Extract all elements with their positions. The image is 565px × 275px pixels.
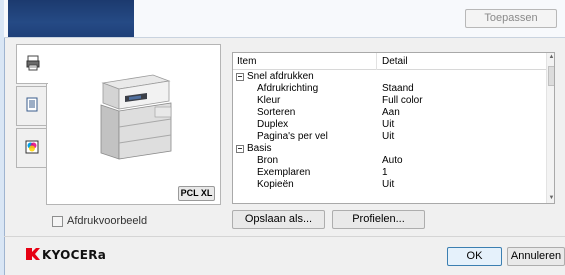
row-detail-value: 1 bbox=[382, 167, 388, 178]
table-row[interactable]: Sorteren Aan bbox=[233, 107, 546, 119]
table-row[interactable]: Bron Auto bbox=[233, 155, 546, 167]
document-icon bbox=[26, 97, 38, 115]
kyocera-wordmark: KYOCERa bbox=[42, 248, 107, 262]
scroll-up-arrow-icon[interactable]: ▲ bbox=[547, 53, 554, 62]
ok-button[interactable]: OK bbox=[447, 247, 502, 266]
row-detail-value: Auto bbox=[382, 155, 403, 166]
table-body: Snel afdrukken Afdrukrichting Staand Kleur F… bbox=[233, 71, 546, 191]
row-item-label: Snel afdrukken bbox=[247, 71, 314, 82]
cancel-button[interactable]: Annuleren bbox=[507, 247, 565, 266]
pdl-badge: PCL XL bbox=[178, 186, 215, 201]
printer-preview-panel: PCL XL bbox=[46, 44, 221, 205]
tab-quick-print[interactable] bbox=[16, 44, 48, 84]
column-divider[interactable] bbox=[376, 53, 377, 70]
row-item-label: Kleur bbox=[257, 95, 281, 106]
tab-document[interactable] bbox=[16, 86, 47, 126]
color-icon bbox=[25, 140, 39, 157]
row-detail-value: Staand bbox=[382, 83, 414, 94]
print-preview-checkbox[interactable] bbox=[52, 215, 63, 227]
column-header-detail[interactable]: Detail bbox=[382, 56, 408, 67]
table-header: Item Detail bbox=[233, 53, 546, 70]
table-row[interactable]: Pagina's per vel Uit bbox=[233, 131, 546, 143]
collapse-toggle-icon[interactable] bbox=[236, 145, 244, 153]
table-row[interactable]: Kleur Full color bbox=[233, 95, 546, 107]
table-group-row[interactable]: Basis bbox=[233, 143, 546, 155]
printer-settings-icon bbox=[26, 55, 40, 74]
row-detail-value: Aan bbox=[382, 107, 400, 118]
column-header-item[interactable]: Item bbox=[237, 56, 256, 67]
table-row[interactable]: Kopieën Uit bbox=[233, 179, 546, 191]
collapse-toggle-icon[interactable] bbox=[236, 73, 244, 81]
row-item-label: Duplex bbox=[257, 119, 289, 130]
table-row[interactable]: Duplex Uit bbox=[233, 119, 546, 131]
row-item-label: Kopieën bbox=[257, 179, 294, 190]
header-banner bbox=[8, 0, 134, 37]
printer-image bbox=[100, 74, 172, 160]
save-as-button[interactable]: Opslaan als... bbox=[232, 210, 325, 229]
row-item-label: Bron bbox=[257, 155, 279, 166]
apply-button[interactable]: Toepassen bbox=[465, 9, 557, 28]
tab-color[interactable] bbox=[16, 128, 47, 168]
profiles-button[interactable]: Profielen... bbox=[332, 210, 425, 229]
print-preview-label: Afdrukvoorbeeld bbox=[67, 215, 148, 227]
row-item-label: Pagina's per vel bbox=[257, 131, 328, 142]
table-group-row[interactable]: Snel afdrukken bbox=[233, 71, 546, 83]
row-detail-value: Uit bbox=[382, 179, 395, 190]
scroll-down-arrow-icon[interactable]: ▼ bbox=[547, 194, 554, 203]
kyocera-logo: KYOCERa bbox=[26, 247, 107, 263]
footer-divider bbox=[4, 236, 565, 237]
tab-strip bbox=[16, 44, 48, 174]
settings-table[interactable]: Item Detail Snel afdrukken Afdrukrichting… bbox=[232, 52, 555, 204]
row-item-label: Exemplaren bbox=[257, 167, 311, 178]
row-detail-value: Uit bbox=[382, 119, 395, 130]
print-preview-option[interactable]: Afdrukvoorbeeld bbox=[52, 214, 147, 228]
row-detail-value: Uit bbox=[382, 131, 395, 142]
vertical-scrollbar[interactable]: ▲ ▼ bbox=[546, 53, 554, 203]
scroll-thumb[interactable] bbox=[548, 66, 554, 86]
table-row[interactable]: Exemplaren 1 bbox=[233, 167, 546, 179]
row-detail-value: Full color bbox=[382, 95, 423, 106]
row-item-label: Sorteren bbox=[257, 107, 296, 118]
table-row[interactable]: Afdrukrichting Staand bbox=[233, 83, 546, 95]
kyocera-mark-icon bbox=[26, 247, 40, 263]
row-item-label: Basis bbox=[247, 143, 272, 154]
row-item-label: Afdrukrichting bbox=[257, 83, 319, 94]
